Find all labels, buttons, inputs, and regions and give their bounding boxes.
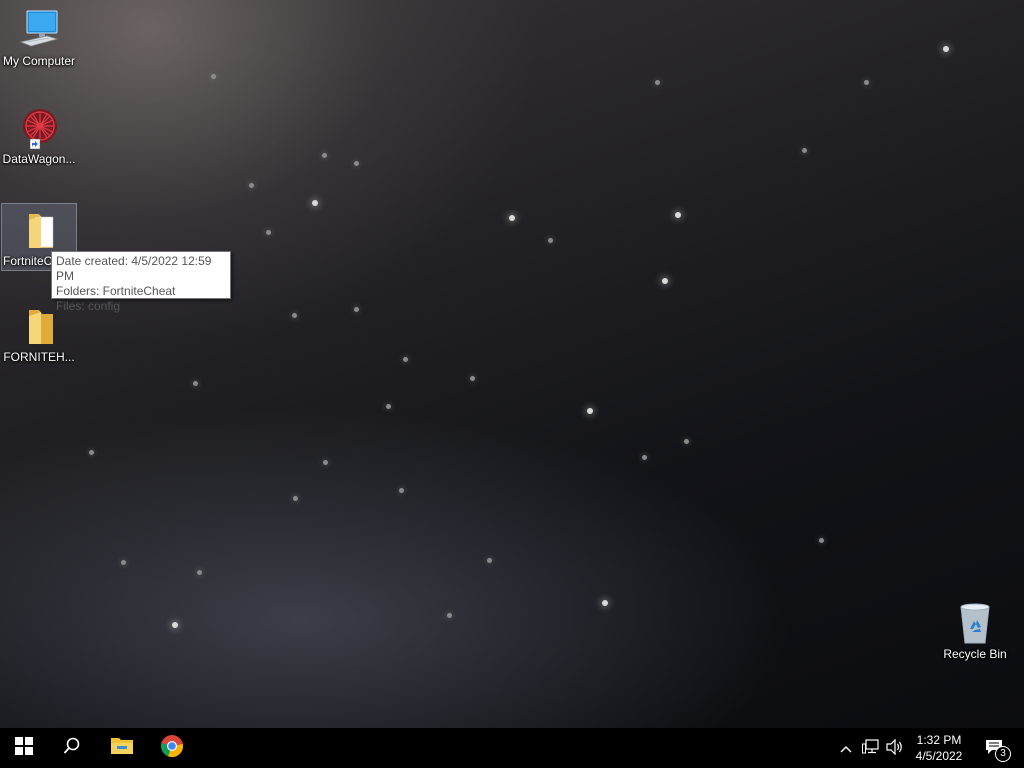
background-speck <box>487 558 492 563</box>
folder-info-tooltip: Date created: 4/5/2022 12:59 PM Folders:… <box>51 251 231 313</box>
background-speck <box>197 570 202 575</box>
search-button[interactable] <box>48 728 96 768</box>
background-speck <box>249 183 254 188</box>
background-speck <box>447 613 452 618</box>
clock[interactable]: 1:32 PM 4/5/2022 <box>908 732 970 764</box>
background-speck <box>662 278 668 284</box>
folder-icon <box>17 304 61 348</box>
background-speck <box>642 455 647 460</box>
desktop-icon-datawagon[interactable]: DataWagon... <box>1 106 77 166</box>
recycle-bin-icon <box>953 601 997 645</box>
background-speck <box>293 496 298 501</box>
computer-icon <box>17 8 61 52</box>
datawagon-app-icon <box>17 106 61 150</box>
chrome-icon <box>160 734 184 763</box>
background-speck <box>211 74 216 79</box>
background-speck <box>864 80 869 85</box>
volume-icon <box>886 738 904 758</box>
background-speck <box>354 161 359 166</box>
search-icon <box>63 737 81 760</box>
background-speck <box>943 46 949 52</box>
action-center-button[interactable]: 3 <box>978 728 1012 768</box>
network-icon <box>862 738 880 758</box>
clock-time: 1:32 PM <box>916 733 962 747</box>
desktop-icon-label: Recycle Bin <box>943 647 1007 661</box>
background-speck <box>89 450 94 455</box>
folder-icon <box>17 208 61 252</box>
background-speck <box>193 381 198 386</box>
network-button[interactable] <box>860 728 882 768</box>
volume-button[interactable] <box>884 728 906 768</box>
desktop[interactable]: My Computer DataWagon... FortniteC FORNI… <box>0 0 1024 728</box>
background-speck <box>470 376 475 381</box>
desktop-icon-label: DataWagon... <box>2 152 76 166</box>
background-speck <box>819 538 824 543</box>
background-speck <box>548 238 553 243</box>
background-speck <box>684 439 689 444</box>
background-speck <box>266 230 271 235</box>
background-speck <box>403 357 408 362</box>
desktop-icon-recycle-bin[interactable]: Recycle Bin <box>937 601 1013 661</box>
desktop-icon-label: My Computer <box>2 54 76 68</box>
clock-date: 4/5/2022 <box>915 749 963 763</box>
background-speck <box>292 313 297 318</box>
background-speck <box>602 600 608 606</box>
background-speck <box>802 148 807 153</box>
taskbar: 1:32 PM 4/5/2022 3 <box>0 728 1024 768</box>
background-speck <box>354 307 359 312</box>
start-button[interactable] <box>0 728 48 768</box>
background-speck <box>587 408 593 414</box>
background-speck <box>172 622 178 628</box>
show-hidden-icons-button[interactable] <box>836 728 856 768</box>
tooltip-date-created: Date created: 4/5/2022 12:59 PM <box>56 254 212 283</box>
background-speck <box>675 212 681 218</box>
background-speck <box>386 404 391 409</box>
background-speck <box>399 488 404 493</box>
file-explorer-icon <box>110 736 134 761</box>
desktop-icon-my-computer[interactable]: My Computer <box>1 8 77 68</box>
background-speck <box>121 560 126 565</box>
background-speck <box>509 215 515 221</box>
tooltip-folders: Folders: FortniteCheat <box>56 284 176 298</box>
file-explorer-button[interactable] <box>98 728 146 768</box>
background-speck <box>655 80 660 85</box>
notification-count-badge: 3 <box>995 746 1011 762</box>
background-speck <box>323 460 328 465</box>
chevron-up-icon <box>840 741 852 756</box>
tooltip-files: Files: config <box>56 299 121 313</box>
background-speck <box>322 153 327 158</box>
chrome-button[interactable] <box>148 728 196 768</box>
background-speck <box>312 200 318 206</box>
notification-icon: 3 <box>984 738 1011 762</box>
start-icon <box>15 736 33 760</box>
desktop-icon-label: FORNITEH... <box>3 350 75 364</box>
